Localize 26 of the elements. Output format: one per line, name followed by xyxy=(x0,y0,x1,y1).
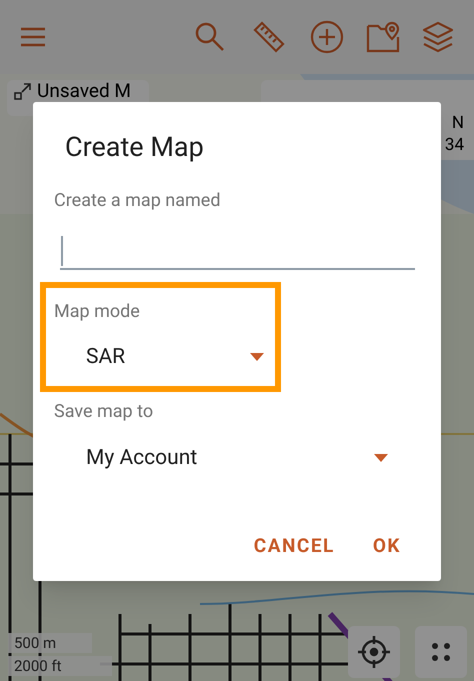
dialog-title: Create Map xyxy=(65,130,204,164)
coordinate-text: N xyxy=(452,112,464,134)
locate-button[interactable] xyxy=(348,626,400,678)
dropdown[interactable]: SAR xyxy=(86,342,264,372)
map-folder-icon[interactable] xyxy=(366,21,400,53)
scale-label: 2000 ft xyxy=(8,656,112,676)
caret-icon xyxy=(250,353,264,361)
field-label: Create a map named xyxy=(54,189,220,213)
coordinate-text: 34 xyxy=(444,134,464,156)
menu-icon[interactable] xyxy=(20,27,46,47)
dropdown[interactable]: My Account xyxy=(86,443,388,473)
expand-icon xyxy=(13,81,33,101)
map-title: Unsaved M xyxy=(37,81,131,101)
dots-icon xyxy=(431,642,451,662)
add-icon[interactable] xyxy=(310,20,344,54)
scale-label: 500 m xyxy=(8,633,92,653)
crosshair-icon xyxy=(357,635,391,669)
dialog-button[interactable]: CANCEL xyxy=(254,533,335,559)
field-label: Map mode xyxy=(54,300,140,324)
ruler-icon[interactable] xyxy=(252,20,286,54)
grid-button[interactable] xyxy=(415,626,467,678)
search-icon[interactable] xyxy=(194,21,226,53)
dialog-button[interactable]: OK xyxy=(372,533,401,559)
field-label: Save map to xyxy=(54,400,154,424)
layers-icon[interactable] xyxy=(422,21,454,53)
caret-icon xyxy=(374,454,388,462)
